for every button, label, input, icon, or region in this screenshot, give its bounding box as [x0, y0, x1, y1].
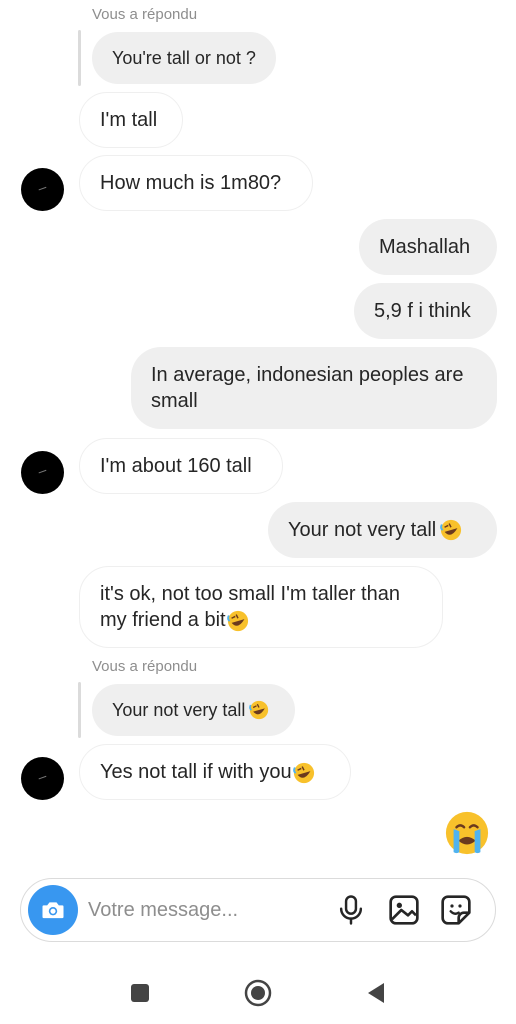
message-text: it's ok, not too small I'm taller than m…: [100, 581, 422, 633]
message-text: I'm tall: [100, 109, 158, 131]
sticker-icon: [441, 895, 471, 925]
home-circle-icon: [244, 979, 272, 1007]
back-button[interactable]: [364, 981, 388, 1005]
quoted-message[interactable]: Your not very tall: [92, 684, 295, 736]
sticker-button[interactable]: [439, 893, 473, 927]
incoming-message[interactable]: it's ok, not too small I'm taller than m…: [79, 566, 443, 648]
quoted-message-text: Your not very tall: [112, 699, 246, 720]
incoming-message[interactable]: I'm tall: [79, 92, 183, 148]
outgoing-message[interactable]: Mashallah: [359, 219, 497, 275]
replied-label: Vous a répondu: [92, 6, 198, 23]
message-text: I'm about 160 tall: [100, 455, 252, 477]
laughing-emoji-icon: [249, 700, 269, 720]
laughing-emoji-icon: [226, 610, 248, 631]
avatar[interactable]: [21, 451, 64, 494]
message-text: In average, indonesian peoples are small: [151, 364, 464, 412]
gallery-icon: [389, 895, 419, 925]
incoming-message[interactable]: How much is 1m80?: [79, 155, 313, 211]
recents-button[interactable]: [128, 981, 152, 1005]
back-triangle-icon: [368, 983, 384, 1003]
laughing-emoji-icon: [440, 519, 462, 541]
outgoing-message[interactable]: In average, indonesian peoples are small: [131, 347, 497, 429]
incoming-message[interactable]: I'm about 160 tall: [79, 438, 283, 494]
quoted-message-text: You're tall or not ?: [112, 47, 256, 68]
outgoing-message[interactable]: 5,9 f i think: [354, 283, 497, 339]
message-text-body: Yes not tall if with you: [100, 761, 292, 783]
microphone-icon: [339, 895, 363, 925]
reply-bar: [78, 30, 81, 86]
camera-button[interactable]: [28, 885, 78, 935]
message-text: How much is 1m80?: [100, 172, 282, 194]
message-text: 5,9 f i think: [374, 300, 471, 322]
avatar[interactable]: [21, 757, 64, 800]
message-text-body: it's ok, not too small I'm taller than m…: [100, 583, 400, 631]
quoted-message[interactable]: You're tall or not ?: [92, 32, 276, 84]
outgoing-message[interactable]: Your not very tall: [268, 502, 497, 558]
microphone-button[interactable]: [334, 893, 368, 927]
reply-bar: [78, 682, 81, 738]
camera-icon: [42, 902, 64, 919]
replied-label: Vous a répondu: [92, 658, 198, 675]
laughing-emoji-icon: [292, 762, 314, 783]
incoming-message[interactable]: Yes not tall if with you: [79, 744, 351, 800]
crying-emoji-icon[interactable]: [444, 810, 490, 856]
message-text: Your not very tall: [288, 519, 437, 541]
message-text: Yes not tall if with you: [100, 759, 315, 785]
avatar[interactable]: [21, 168, 64, 211]
gallery-button[interactable]: [387, 893, 421, 927]
message-input[interactable]: [88, 890, 318, 930]
recents-square-icon: [131, 984, 149, 1002]
home-button[interactable]: [243, 978, 273, 1008]
message-text: Mashallah: [379, 236, 471, 258]
